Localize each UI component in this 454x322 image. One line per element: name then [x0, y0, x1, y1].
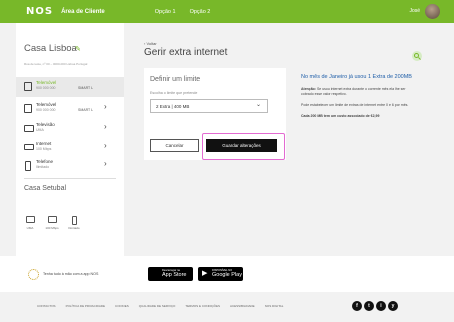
- warning-text: Se usou internet extra durante o corrent…: [301, 87, 406, 96]
- info-limit-text: Pode estabelecer um limite de extras de …: [301, 103, 409, 107]
- select-label: Escolha o limite que pretende: [150, 91, 198, 95]
- footer-link-contactos[interactable]: CONTACTOS: [37, 304, 56, 308]
- sidebar-item-number: 900 000 000: [36, 86, 56, 90]
- footer-link-qualidade[interactable]: QUALIDADE DE SERVIÇO: [139, 304, 176, 308]
- landline-phone-icon: [71, 216, 77, 225]
- google-play-label: Google Play: [212, 272, 242, 278]
- sidebar-item-telemovel-2[interactable]: Telemóvel 900 000 000 SMART L ›: [16, 99, 124, 119]
- warning-label: Atenção:: [301, 87, 316, 91]
- play-icon: ▶: [202, 270, 208, 277]
- back-link[interactable]: ‹ Voltar: [144, 41, 157, 46]
- sidebar-item-telefone[interactable]: Telefone Ilimitado ›: [16, 156, 124, 176]
- info-panel: No mês de Janeiro já usou 1 Extra de 200…: [301, 73, 413, 119]
- card-title: Definir um limite: [150, 76, 201, 83]
- facebook-icon[interactable]: f: [352, 301, 362, 311]
- footer: CONTACTOS POLÍTICA DE PRIVACIDADE COOKIE…: [0, 292, 454, 322]
- sidebar-item-sub: Ilimitado: [36, 165, 50, 169]
- app-store-button[interactable]: Descarregar na App Store: [148, 267, 193, 281]
- twitter-icon[interactable]: t: [364, 301, 374, 311]
- footer-link-acessibilidade[interactable]: ACESSIBILIDADE: [230, 304, 255, 308]
- footer-link-cookies[interactable]: COOKIES: [115, 304, 129, 308]
- app-store-label: App Store: [162, 272, 187, 278]
- instagram-icon[interactable]: i: [376, 301, 386, 311]
- limit-select[interactable]: 2 Extra | 400 MB ⌄: [150, 99, 268, 113]
- search-icon[interactable]: [412, 51, 422, 61]
- footer-link-termos[interactable]: TERMOS E CONDIÇÕES: [185, 304, 220, 308]
- tv-icon: [24, 125, 34, 132]
- chevron-right-icon: ›: [104, 159, 107, 168]
- account-address: Rua de teste, nº 00 – 0000-000 Lisboa Po…: [24, 62, 88, 66]
- sidebar-item-label: Internet: [36, 141, 52, 146]
- footer-link-privacidade[interactable]: POLÍTICA DE PRIVACIDADE: [66, 304, 105, 308]
- info-heading: No mês de Janeiro já usou 1 Extra de 200…: [301, 74, 412, 80]
- back-label: Voltar: [146, 41, 157, 46]
- google-play-button[interactable]: ▶ DISPONÍVEL NO Google Play: [198, 267, 243, 281]
- sidebar-item-sub: UMA: [36, 128, 44, 132]
- info-warning: Atenção: Se usou internet extra durante …: [301, 87, 413, 97]
- top-bar: NOS Área de Cliente Opção 1 Opção 2 José: [0, 0, 454, 23]
- nos-logo[interactable]: NOS: [26, 6, 53, 17]
- sidebar-item-internet[interactable]: Internet 100 Mbps ›: [16, 138, 124, 158]
- sidebar-item-sub: 100 Mbps: [36, 147, 52, 151]
- laptop-icon: [24, 144, 34, 150]
- laptop-icon: [47, 216, 57, 223]
- avatar[interactable]: [425, 4, 440, 19]
- service-label: Ilimitado: [68, 226, 80, 230]
- info-cost-text: Cada 200 MB tem um custo associado de €2…: [301, 114, 380, 118]
- app-promo-text: Tenha tudo à mão com a app NOS: [43, 272, 99, 276]
- cancel-button[interactable]: Cancelar: [150, 139, 199, 152]
- app-band: Tenha tudo à mão com a app NOS Descarreg…: [0, 256, 454, 292]
- sidebar-item-telemovel-1[interactable]: Telemóvel 900 000 000 SMART L: [16, 77, 124, 97]
- select-value: 2 Extra | 400 MB: [156, 104, 190, 109]
- phone-icon: [24, 82, 32, 91]
- youtube-icon[interactable]: y: [388, 301, 398, 311]
- sidebar-item-label: Telemóvel: [36, 102, 57, 107]
- service-label: UMA: [26, 226, 34, 230]
- sidebar-item-televisao[interactable]: Televisão UMA ›: [16, 119, 124, 139]
- social-links: f t i y: [352, 301, 398, 311]
- chevron-right-icon: ›: [104, 122, 107, 131]
- chevron-down-icon: ⌄: [255, 102, 261, 108]
- chevron-right-icon: ›: [104, 102, 107, 111]
- chevron-right-icon: ›: [104, 141, 107, 150]
- account-title-2: Casa Setubal: [24, 185, 67, 192]
- service-tv[interactable]: UMA: [20, 216, 40, 230]
- nav-option-1[interactable]: Opção 1: [155, 9, 176, 15]
- sidebar-item-label: Televisão: [36, 122, 55, 127]
- tv-icon: [25, 216, 35, 223]
- landline-phone-icon: [25, 161, 31, 171]
- service-internet[interactable]: 100 Mbps: [42, 216, 62, 230]
- user-name[interactable]: José: [409, 8, 420, 14]
- service-label: 100 Mbps: [45, 226, 59, 230]
- sidebar-item-label: Telefone: [36, 159, 54, 164]
- account-title: Casa Lisboa: [24, 43, 77, 54]
- sidebar-item-label: Telemóvel: [36, 80, 57, 85]
- footer-link-nos-digital[interactable]: NOS DIGITAL: [265, 304, 284, 308]
- top-nav: Opção 1 Opção 2: [155, 9, 211, 15]
- sidebar-item-plan: SMART L: [78, 108, 94, 112]
- area-cliente-title: Área de Cliente: [61, 8, 105, 15]
- nos-app-logo-icon: [28, 269, 39, 280]
- sidebar-item-plan: SMART L: [78, 86, 94, 90]
- phone-icon: [24, 104, 32, 113]
- sidebar: Casa Lisboa ✎ Rua de teste, nº 00 – 0000…: [16, 23, 124, 256]
- sidebar-item-number: 900 000 000: [36, 108, 56, 112]
- service-telefone[interactable]: Ilimitado: [64, 216, 84, 230]
- footer-links: CONTACTOS POLÍTICA DE PRIVACIDADE COOKIE…: [37, 304, 283, 308]
- highlight-box: [202, 133, 285, 160]
- page-title: Gerir extra internet: [144, 47, 228, 58]
- edit-icon[interactable]: ✎: [75, 45, 81, 53]
- nav-option-2[interactable]: Opção 2: [190, 9, 211, 15]
- divider: [24, 178, 116, 179]
